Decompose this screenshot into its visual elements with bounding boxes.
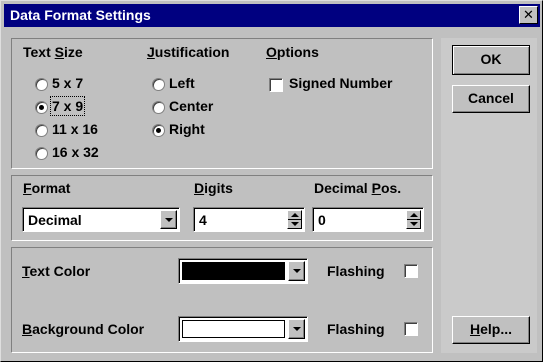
text-color-label: Text Color: [22, 263, 91, 279]
background-color-swatch: [182, 320, 285, 338]
text-size-radio-5x7[interactable]: [35, 78, 48, 91]
dropdown-arrow-icon: [292, 327, 301, 331]
format-value: Decimal: [28, 212, 82, 228]
dropdown-arrow-icon: [164, 217, 173, 222]
help-button[interactable]: Help...: [452, 316, 530, 344]
options-label: Options: [266, 44, 319, 60]
background-color-flashing-label[interactable]: Flashing: [327, 321, 385, 337]
window-title: Data Format Settings: [10, 7, 151, 23]
justify-option-left[interactable]: Left: [169, 75, 195, 91]
text-color-dropdown-button[interactable]: [288, 261, 305, 281]
close-button[interactable]: ✕: [519, 6, 538, 24]
text-size-radio-7x9[interactable]: [35, 101, 48, 114]
decimal-pos-spinbox[interactable]: 0: [312, 207, 424, 232]
close-icon: ✕: [523, 7, 534, 22]
background-color-label: Background Color: [22, 321, 145, 337]
digits-spinbox[interactable]: 4: [193, 207, 305, 232]
format-dropdown-button[interactable]: [160, 210, 177, 229]
justify-radio-left[interactable]: [152, 78, 165, 91]
title-bar[interactable]: Data Format Settings ✕: [4, 4, 540, 27]
justify-radio-right[interactable]: [152, 124, 165, 137]
data-format-dialog: Data Format Settings ✕ Text Size 5 x 7 7…: [0, 0, 543, 362]
text-size-option-16x32[interactable]: 16 x 32: [52, 144, 99, 160]
text-size-label: Text Size: [23, 44, 83, 60]
background-color-select[interactable]: [178, 316, 308, 342]
text-color-select[interactable]: [178, 258, 308, 284]
text-size-radio-16x32[interactable]: [35, 147, 48, 160]
cancel-button[interactable]: Cancel: [452, 85, 530, 113]
spin-down-icon[interactable]: [288, 220, 301, 229]
digits-value: 4: [199, 212, 207, 228]
justify-option-center[interactable]: Center: [169, 98, 213, 114]
spin-up-icon[interactable]: [288, 211, 301, 220]
spin-down-icon[interactable]: [407, 220, 420, 229]
dropdown-arrow-icon: [292, 269, 301, 273]
signed-number-label[interactable]: Signed Number: [289, 75, 392, 91]
format-label: Format: [23, 180, 71, 196]
background-color-dropdown-button[interactable]: [288, 319, 305, 339]
digits-spin-buttons[interactable]: [287, 210, 302, 229]
justification-label: Justification: [147, 44, 230, 60]
justify-radio-center[interactable]: [152, 101, 165, 114]
text-color-flashing-label[interactable]: Flashing: [327, 263, 385, 279]
decimal-pos-label: Decimal Pos.: [314, 180, 402, 196]
format-select[interactable]: Decimal: [22, 207, 180, 232]
text-size-option-7x9[interactable]: 7 x 9: [49, 96, 86, 116]
background-color-flashing-checkbox[interactable]: [404, 322, 418, 336]
text-size-option-11x16[interactable]: 11 x 16: [52, 121, 98, 137]
text-size-option-5x7[interactable]: 5 x 7: [52, 75, 83, 91]
digits-label: Digits: [194, 180, 233, 196]
text-size-radio-11x16[interactable]: [35, 124, 48, 137]
spin-up-icon[interactable]: [407, 211, 420, 220]
ok-button[interactable]: OK: [452, 45, 530, 75]
decimal-pos-value: 0: [318, 212, 326, 228]
text-color-swatch: [182, 262, 285, 280]
decimal-pos-spin-buttons[interactable]: [406, 210, 421, 229]
text-color-flashing-checkbox[interactable]: [404, 264, 418, 278]
justify-option-right[interactable]: Right: [169, 121, 205, 137]
signed-number-checkbox[interactable]: [269, 78, 283, 92]
